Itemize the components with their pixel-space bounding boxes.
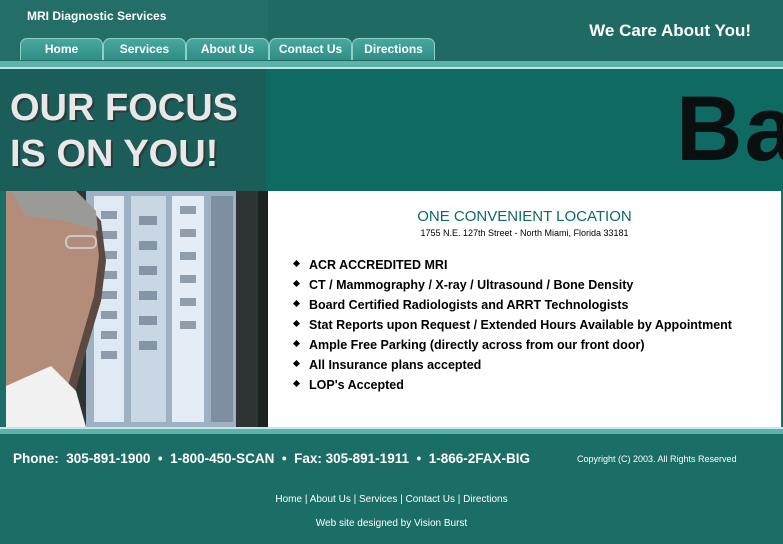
fax-number: 305-891-1911	[325, 451, 409, 466]
feature-text: Stat Reports upon Request / Extended Hou…	[309, 318, 732, 332]
feature-text: Board Certified Radiologists and ARRT Te…	[309, 298, 629, 312]
location-title: ONE CONVENIENT LOCATION	[417, 208, 632, 225]
header-divider	[0, 61, 783, 69]
feature-text: Ample Free Parking (directly across from…	[309, 338, 645, 352]
feature-item: CT / Mammography / X-ray / Ultrasound / …	[292, 277, 732, 297]
focus-line-1: OUR FOCUS	[10, 87, 238, 129]
tab-services[interactable]: Services	[103, 38, 186, 60]
slogan: We Care About You!	[589, 21, 751, 40]
feature-item: ACR ACCREDITED MRI	[292, 257, 732, 277]
doctor-xray-photo	[6, 191, 268, 427]
contact-line: Phone: 305-891-1900 • 1-800-450-SCAN • F…	[13, 451, 530, 466]
diamond-bullet-icon	[292, 279, 301, 288]
footer-link-services[interactable]: Services	[359, 494, 397, 505]
banner-scrolling-text: Ba	[676, 78, 783, 180]
focus-line-2: IS ON YOU!	[10, 133, 219, 175]
phone-label: Phone:	[13, 451, 59, 466]
feature-list: ACR ACCREDITED MRI CT / Mammography / X-…	[292, 257, 732, 397]
location-address: 1755 N.E. 127th Street - North Miami, Fl…	[420, 228, 629, 238]
feature-item: LOP's Accepted	[292, 377, 732, 397]
focus-graphic: OUR FOCUS IS ON YOU!	[0, 69, 266, 191]
feature-item: Board Certified Radiologists and ARRT Te…	[292, 297, 732, 317]
phone-number: 305-891-1900	[66, 451, 151, 466]
footer-link-home[interactable]: Home	[275, 494, 302, 505]
feature-item: All Insurance plans accepted	[292, 357, 732, 377]
diamond-bullet-icon	[292, 359, 301, 368]
fax-toll-free-number: 1-866-2FAX-BIG	[428, 451, 530, 466]
doctor-xray-illustration	[6, 191, 268, 427]
footer-link-contact-us[interactable]: Contact Us	[406, 494, 455, 505]
toll-free-number: 1-800-450-SCAN	[170, 451, 275, 466]
diamond-bullet-icon	[292, 339, 301, 348]
diamond-bullet-icon	[292, 259, 301, 268]
main-content: ONE CONVENIENT LOCATION 1755 N.E. 127th …	[268, 191, 781, 427]
header: MRI Diagnostic Services We Care About Yo…	[0, 0, 783, 62]
site-credit: Web site designed by Vision Burst	[315, 518, 468, 529]
content-divider	[0, 427, 783, 434]
diamond-bullet-icon	[292, 379, 301, 388]
fax-label: Fax:	[294, 451, 322, 466]
feature-text: LOP's Accepted	[309, 378, 404, 392]
feature-item: Ample Free Parking (directly across from…	[292, 337, 732, 357]
feature-text: CT / Mammography / X-ray / Ultrasound / …	[309, 278, 634, 292]
tab-contact-us[interactable]: Contact Us	[269, 38, 352, 60]
feature-text: ACR ACCREDITED MRI	[309, 258, 448, 272]
tab-directions[interactable]: Directions	[352, 38, 435, 60]
diamond-bullet-icon	[292, 299, 301, 308]
feature-item: Stat Reports upon Request / Extended Hou…	[292, 317, 732, 337]
footer-link-about-us[interactable]: About Us	[310, 494, 351, 505]
banner: OUR FOCUS IS ON YOU! Ba	[0, 69, 783, 191]
feature-text: All Insurance plans accepted	[309, 358, 482, 372]
copyright: Copyright (C) 2003. All Rights Reserved	[577, 454, 737, 464]
tab-about-us[interactable]: About Us	[186, 38, 269, 60]
diamond-bullet-icon	[292, 319, 301, 328]
site-name: MRI Diagnostic Services	[27, 9, 167, 23]
footer-nav: Home | About Us | Services | Contact Us …	[275, 494, 508, 505]
tab-home[interactable]: Home	[20, 38, 103, 60]
footer-link-directions[interactable]: Directions	[463, 494, 507, 505]
